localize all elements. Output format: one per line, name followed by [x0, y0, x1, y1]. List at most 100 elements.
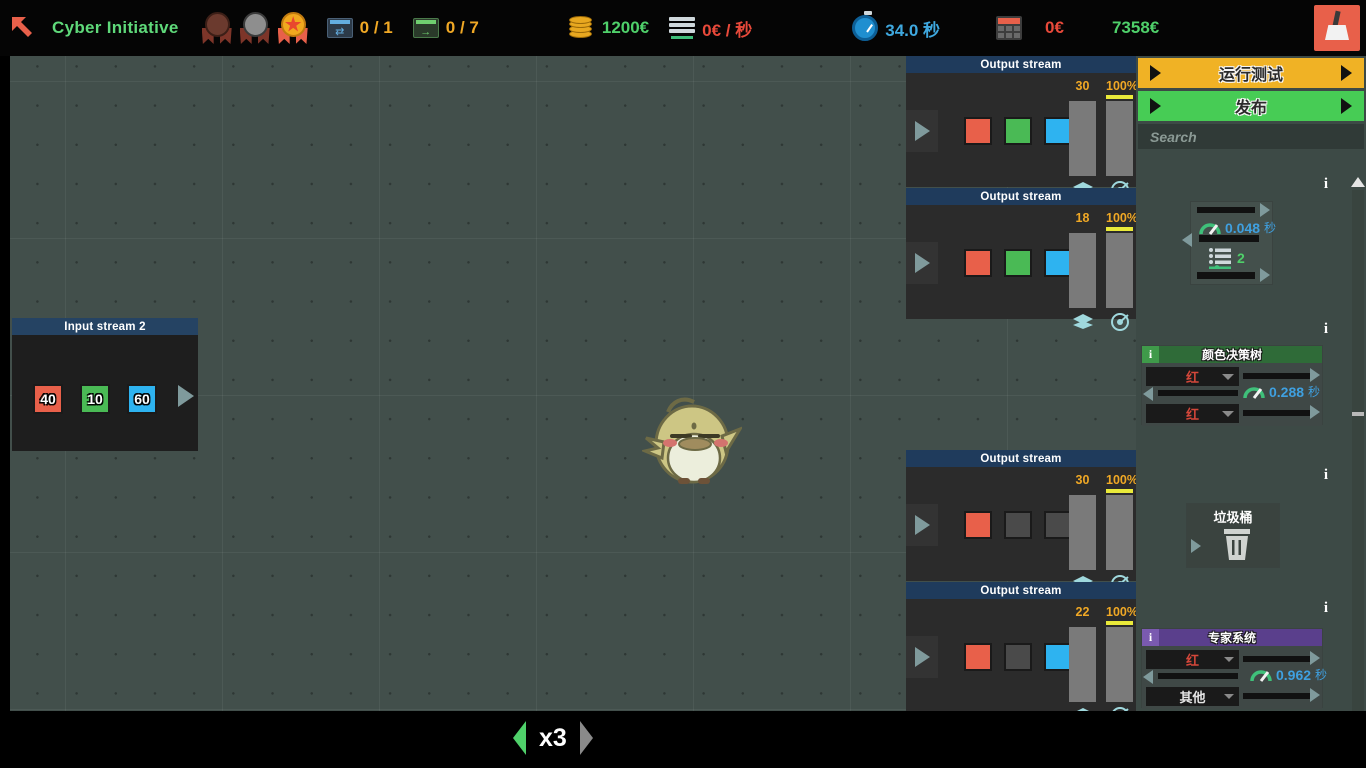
- output-count-meter: 30: [1069, 79, 1096, 201]
- wire: [1197, 207, 1255, 213]
- list-slider-icon: [1209, 248, 1231, 269]
- color-select-top[interactable]: 红: [1146, 367, 1239, 386]
- port-out-icon[interactable]: [1260, 203, 1270, 217]
- search-placeholder: Search: [1150, 128, 1197, 145]
- search-input[interactable]: Search: [1138, 124, 1364, 149]
- output-stream-panel[interactable]: Output stream 22 100%: [906, 582, 1136, 711]
- expert-select-bottom[interactable]: 其他: [1146, 687, 1239, 706]
- color-decision-tree-card[interactable]: i 颜色决策树 红 0.288 秒 红: [1141, 345, 1323, 426]
- output-play-icon[interactable]: [906, 110, 938, 152]
- port-out-icon[interactable]: [1310, 405, 1320, 419]
- output-stream-panel[interactable]: Output stream 30 100%: [906, 450, 1136, 593]
- stat-deploy: → 0 / 7: [412, 18, 479, 38]
- input-stream-panel[interactable]: Input stream 2 40 10 60: [12, 318, 198, 451]
- palette-entry[interactable]: i i 颜色决策树 红 0.288 秒 红: [1136, 321, 1350, 461]
- scroll-up-arrow-icon[interactable]: [1350, 174, 1366, 190]
- port-in-icon[interactable]: [1182, 233, 1192, 247]
- medal-group: [201, 11, 309, 45]
- port-in-icon[interactable]: [1191, 539, 1201, 553]
- stat-income: 0€ / 秒: [669, 16, 752, 41]
- publish-label: 发布: [1234, 100, 1267, 117]
- node-canvas[interactable]: Input stream 2 40 10 60 Output stream 30…: [10, 56, 1136, 711]
- input-play-icon[interactable]: [178, 385, 194, 407]
- info-icon[interactable]: i: [1142, 629, 1159, 646]
- output-tile: [1044, 643, 1072, 671]
- output-meters: 18 100%: [1069, 211, 1136, 333]
- info-icon[interactable]: i: [1322, 600, 1330, 622]
- input-tile[interactable]: 10: [80, 384, 110, 414]
- wire: [1197, 272, 1255, 279]
- window-arrow-right-icon: →: [412, 18, 439, 38]
- output-meters: 30 100%: [1069, 79, 1136, 201]
- port-out-icon[interactable]: [1310, 688, 1320, 702]
- broom-clean-icon[interactable]: [1314, 5, 1360, 51]
- input-tile[interactable]: 40: [33, 384, 63, 414]
- info-icon[interactable]: i: [1142, 346, 1159, 363]
- stat-balance-value: 7358€: [1111, 18, 1160, 37]
- card-header: i 专家系统: [1142, 629, 1322, 646]
- run-test-button[interactable]: 运行测试: [1138, 58, 1364, 88]
- port-out-icon[interactable]: [1310, 368, 1320, 382]
- scrollbar-track[interactable]: [1352, 190, 1364, 752]
- back-arrow-icon[interactable]: [0, 0, 46, 56]
- chevron-right-icon[interactable]: [579, 721, 593, 755]
- output-play-icon[interactable]: [906, 636, 938, 678]
- output-tile: [964, 117, 992, 145]
- color-select-bottom[interactable]: 红: [1146, 404, 1239, 423]
- output-tile: [1004, 511, 1032, 539]
- speed-control[interactable]: x3: [513, 721, 593, 755]
- info-icon[interactable]: i: [1322, 176, 1330, 198]
- info-icon[interactable]: i: [1322, 321, 1330, 343]
- info-icon[interactable]: i: [1322, 467, 1330, 489]
- node-palette-list[interactable]: i 0.048 秒 2 i i 颜色决策树 红 0.288 秒 红 i 垃圾桶 …: [1136, 176, 1350, 768]
- palette-entry[interactable]: i i 专家系统 红 0.962 秒 其他: [1136, 600, 1350, 724]
- palette-entry[interactable]: i 0.048 秒 2: [1136, 176, 1350, 326]
- output-meters: 30 100%: [1069, 473, 1136, 595]
- gauge-unit: 秒: [1308, 385, 1321, 399]
- output-tile: [964, 643, 992, 671]
- target-icon: [1106, 311, 1133, 333]
- output-percent-meter: 100%: [1106, 605, 1136, 711]
- port-out-icon[interactable]: [1310, 651, 1320, 665]
- count-row: 2: [1208, 247, 1245, 269]
- output-tile-row: [964, 643, 1072, 671]
- input-tile[interactable]: 60: [127, 384, 157, 414]
- output-stream-panel[interactable]: Output stream 18 100%: [906, 188, 1136, 331]
- expert-system-card[interactable]: i 专家系统 红 0.962 秒 其他: [1141, 628, 1327, 709]
- count-value: 2: [1237, 250, 1245, 266]
- output-play-icon[interactable]: [906, 504, 938, 546]
- gauge-value: 0.288: [1269, 383, 1305, 400]
- top-bar: Cyber Initiative ⇄ 0 / 1 → 0 / 7 1200€ 0…: [0, 0, 1366, 56]
- wire: [1243, 373, 1310, 379]
- delay-node-card[interactable]: 0.048 秒 2: [1182, 201, 1276, 285]
- port-in-icon[interactable]: [1143, 387, 1153, 401]
- expert-select-top[interactable]: 红: [1146, 650, 1239, 669]
- palette-entry[interactable]: i 垃圾桶: [1136, 461, 1350, 604]
- palette-scrollbar[interactable]: [1350, 174, 1366, 768]
- play-right-icon: [1341, 98, 1352, 114]
- output-count-meter: 30: [1069, 473, 1096, 595]
- scrollbar-thumb[interactable]: [1352, 412, 1364, 416]
- output-stream-panel[interactable]: Output stream 30 100%: [906, 56, 1136, 199]
- wire: [1158, 673, 1238, 679]
- trash-bin-card[interactable]: 垃圾桶: [1186, 503, 1280, 568]
- output-tile-row: [964, 117, 1072, 145]
- silver-medal-icon: [239, 11, 271, 45]
- chevron-left-icon[interactable]: [513, 721, 526, 755]
- output-percent-label: 100%: [1106, 605, 1136, 619]
- stat-transfer-value: 0 / 1: [359, 18, 393, 37]
- gauge-row: 0.048 秒: [1199, 219, 1276, 236]
- stat-income-value: 0€ / 秒: [702, 20, 753, 40]
- output-play-icon[interactable]: [906, 242, 938, 284]
- stat-cost: 0€: [996, 16, 1064, 40]
- layers-icon: [1069, 311, 1096, 333]
- expert-select-top-value: 红: [1185, 653, 1199, 668]
- publish-button[interactable]: 发布: [1138, 91, 1364, 121]
- card-title: 专家系统: [1207, 631, 1256, 645]
- output-tile: [1044, 511, 1072, 539]
- input-stream-title: Input stream 2: [12, 318, 198, 335]
- port-in-icon[interactable]: [1143, 670, 1153, 684]
- wire: [1243, 693, 1310, 699]
- port-out-icon[interactable]: [1260, 268, 1270, 282]
- trash-icon: [1221, 527, 1253, 566]
